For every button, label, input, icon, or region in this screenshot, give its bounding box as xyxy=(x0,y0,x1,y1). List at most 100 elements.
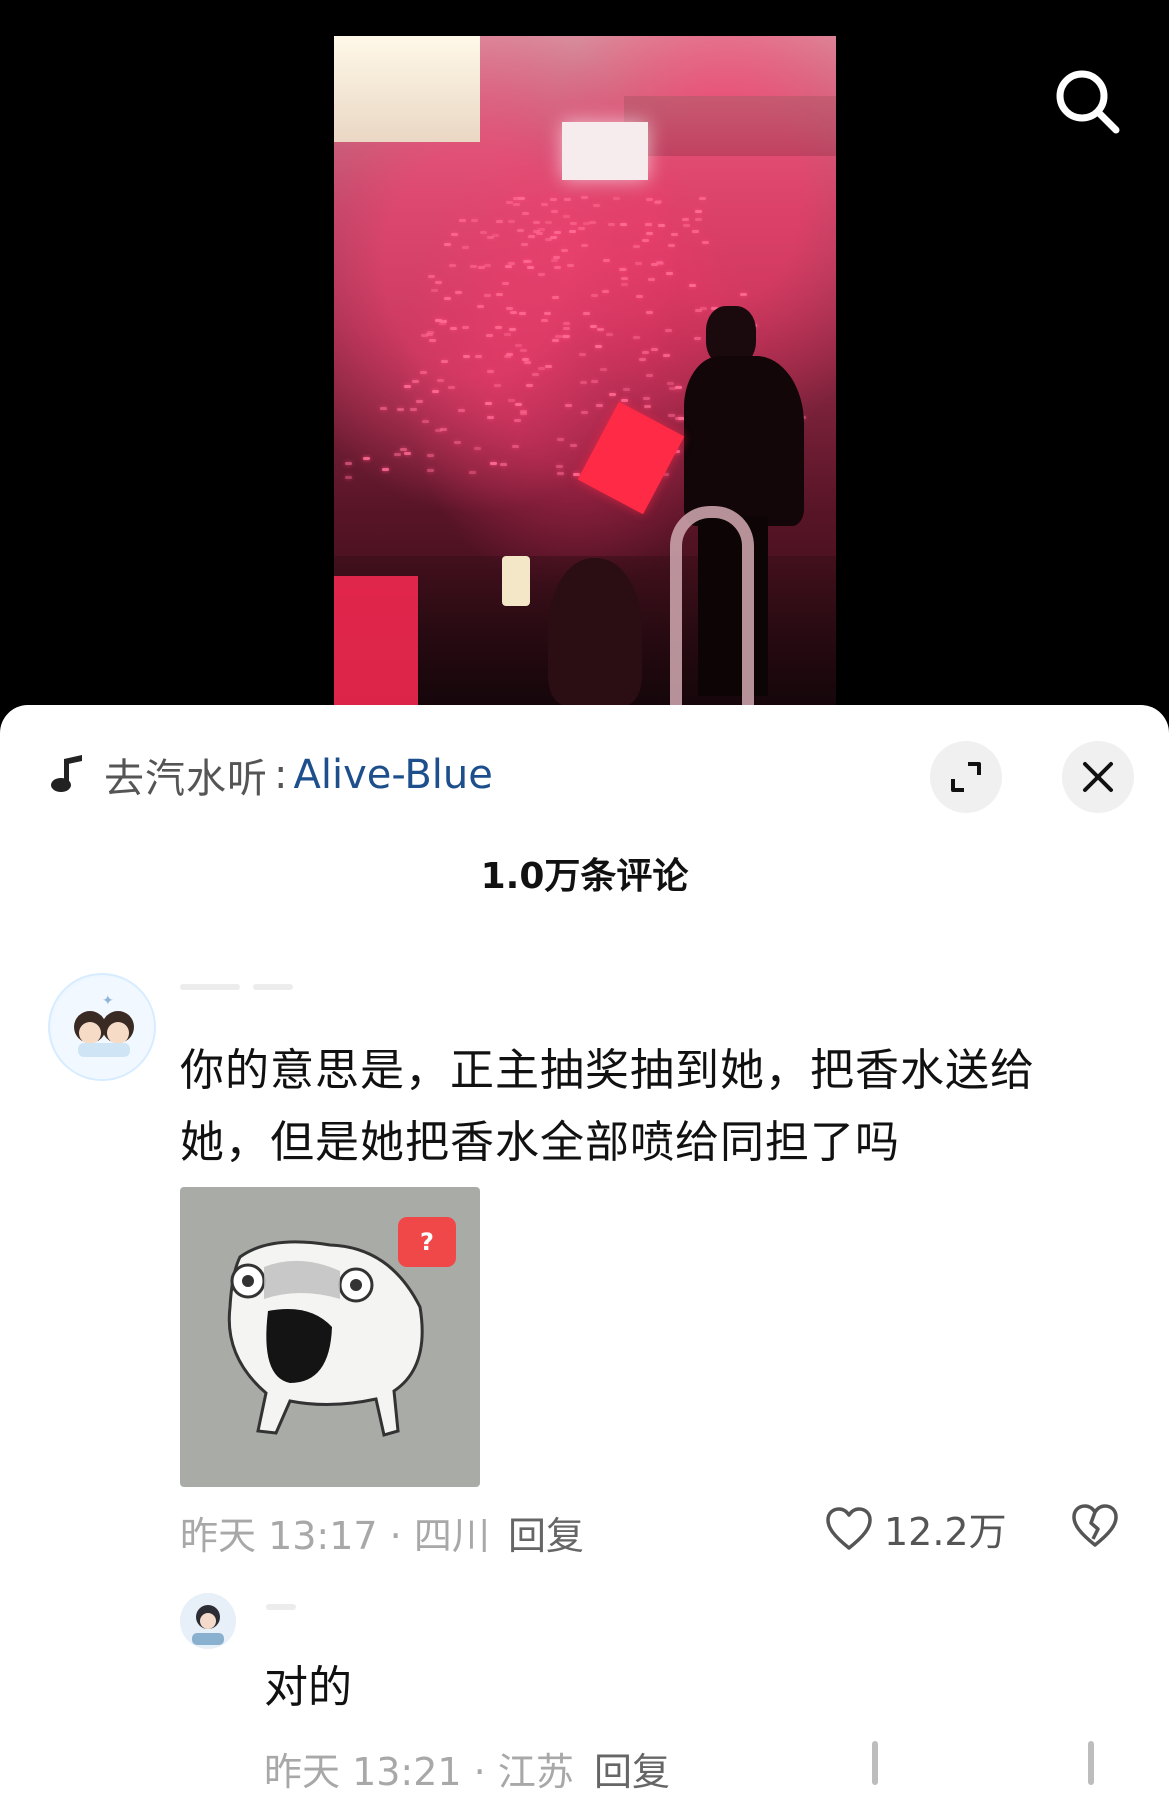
crowd-light-dot xyxy=(612,197,620,201)
concert-video[interactable] xyxy=(334,36,836,706)
crowd-light-dot xyxy=(496,292,504,296)
crowd-light-dot xyxy=(603,259,611,263)
search-icon[interactable] xyxy=(1052,66,1124,138)
video-lightstick xyxy=(502,556,530,606)
crowd-light-dot xyxy=(436,378,444,382)
crowd-light-dot xyxy=(545,364,553,368)
crowd-light-dot xyxy=(448,264,456,268)
crowd-light-dot xyxy=(494,384,502,388)
crowd-light-dot xyxy=(362,456,370,460)
close-icon xyxy=(1083,762,1113,792)
crowd-light-dot xyxy=(557,471,565,475)
crowd-light-dot xyxy=(511,444,519,448)
broken-heart-icon[interactable] xyxy=(1070,1503,1120,1549)
crowd-light-dot xyxy=(428,275,436,279)
video-pink-banner xyxy=(334,576,418,706)
crowd-light-dot xyxy=(461,245,469,249)
crowd-light-dot xyxy=(568,229,576,233)
video-railing xyxy=(670,506,754,706)
crowd-light-dot xyxy=(499,463,507,467)
crowd-light-dot xyxy=(554,230,562,234)
video-fan xyxy=(548,558,642,706)
crowd-light-dot xyxy=(550,197,558,201)
crowd-light-dot xyxy=(532,229,540,233)
crowd-light-dot xyxy=(620,282,628,286)
crowd-light-dot xyxy=(650,348,658,352)
crowd-light-dot xyxy=(648,277,656,281)
comment-text: 你的意思是，正主抽奖抽到她，把香水送给她，但是她把香水全部喷给同担了吗 xyxy=(180,1045,1035,1168)
comment-username[interactable] xyxy=(180,975,440,1001)
reply-reply-button[interactable]: 回复 xyxy=(594,1741,670,1796)
crowd-light-dot xyxy=(379,407,387,411)
crowd-light-dot xyxy=(545,237,553,241)
crowd-light-dot xyxy=(683,224,691,228)
comment-sticker[interactable]: ? xyxy=(180,1187,480,1487)
crowd-light-dot xyxy=(667,382,675,386)
expand-button[interactable] xyxy=(930,741,1002,813)
crowd-light-dot xyxy=(435,319,442,323)
crowd-light-dot xyxy=(580,196,588,200)
crowd-light-dot xyxy=(550,210,558,214)
crowd-light-dot xyxy=(471,219,479,223)
crowd-light-dot xyxy=(524,260,532,264)
crowd-light-dot xyxy=(474,355,482,359)
video-area[interactable] xyxy=(0,0,1169,720)
reply-button[interactable]: 回复 xyxy=(508,1505,584,1560)
crowd-light-dot xyxy=(563,335,571,339)
like-count: 12.2万 xyxy=(884,1510,1007,1554)
crowd-light-dot xyxy=(439,322,447,326)
reply-avatar[interactable] xyxy=(180,1593,236,1649)
music-song-title[interactable]: Alive-Blue xyxy=(293,752,492,798)
crowd-light-dot xyxy=(415,399,423,403)
crowd-light-dot xyxy=(602,289,610,293)
crowd-light-dot xyxy=(517,229,525,233)
crowd-light-dot xyxy=(665,329,672,333)
crowd-light-dot xyxy=(427,331,435,335)
crowd-light-dot xyxy=(591,293,599,297)
crowd-light-dot xyxy=(593,204,601,208)
crowd-light-dot xyxy=(582,221,590,225)
crowd-light-dot xyxy=(657,223,665,227)
crowd-light-dot xyxy=(523,361,531,365)
music-link[interactable]: 去汽水听 : Alive-Blue xyxy=(48,745,493,805)
crowd-light-dot xyxy=(554,334,562,338)
crowd-light-dot xyxy=(513,419,521,423)
crowd-light-dot xyxy=(486,370,494,374)
video-balcony xyxy=(624,96,836,156)
reply-like-actions[interactable] xyxy=(866,1735,1106,1795)
crowd-light-dot xyxy=(655,200,663,204)
crowd-light-dot xyxy=(740,293,748,297)
crowd-light-dot xyxy=(595,404,603,408)
comments-panel: 去汽水听 : Alive-Blue 1.0万条评论 ✦ 你的意思是，正主抽奖抽到… xyxy=(0,705,1169,1809)
crowd-light-dot xyxy=(519,412,527,416)
crowd-light-dot xyxy=(540,202,548,206)
crowd-light-dot xyxy=(528,235,536,239)
crowd-light-dot xyxy=(461,325,469,329)
crowd-light-dot xyxy=(538,273,546,277)
crowd-light-dot xyxy=(545,221,553,225)
crowd-light-dot xyxy=(520,242,528,246)
crowd-light-dot xyxy=(345,475,353,479)
close-button[interactable] xyxy=(1062,741,1134,813)
crowd-light-dot xyxy=(580,381,588,385)
crowd-light-dot xyxy=(642,396,650,400)
like-button[interactable]: 12.2万 xyxy=(824,1501,1007,1556)
crowd-light-dot xyxy=(554,266,562,270)
crowd-light-dot xyxy=(484,294,492,298)
crowd-light-dot xyxy=(474,446,482,450)
crowd-light-dot xyxy=(444,296,452,300)
crowd-light-dot xyxy=(505,265,513,269)
crowd-light-dot xyxy=(447,385,455,389)
crowd-light-dot xyxy=(646,231,654,235)
crowd-light-dot xyxy=(502,282,510,286)
avatar[interactable]: ✦ xyxy=(48,973,156,1081)
music-separator: : xyxy=(274,752,288,798)
crowd-light-dot xyxy=(591,379,599,383)
crowd-light-dot xyxy=(397,407,405,411)
crowd-light-dot xyxy=(487,416,495,420)
crowd-light-dot xyxy=(646,311,654,315)
crowd-light-dot xyxy=(583,312,591,316)
crowd-light-dot xyxy=(412,380,420,384)
reply-username[interactable] xyxy=(266,1595,466,1615)
crowd-light-dot xyxy=(428,338,436,342)
